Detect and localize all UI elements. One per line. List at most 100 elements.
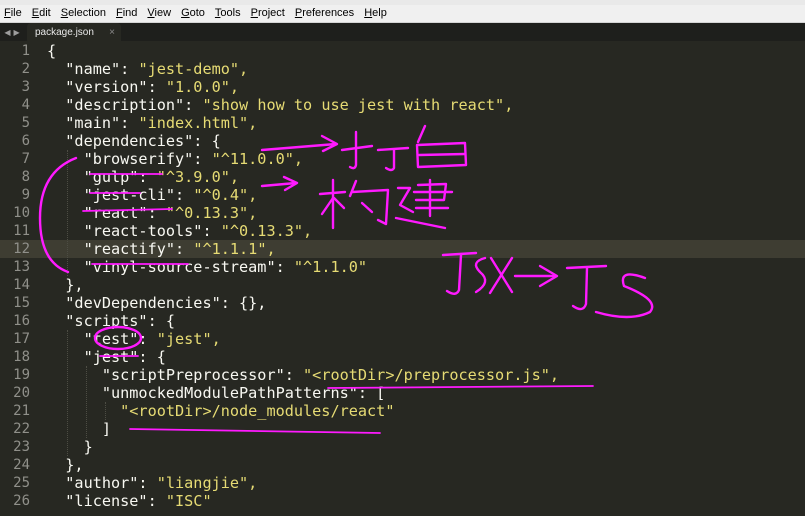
code-line[interactable]: 24 }, xyxy=(0,456,805,474)
line-number: 24 xyxy=(13,457,30,473)
code-line[interactable]: 11 "react-tools": "^0.13.3", xyxy=(0,222,805,240)
editor-area[interactable]: 1{2 "name": "jest-demo", 3 "version": "1.… xyxy=(0,41,805,516)
indent-guide xyxy=(105,402,106,420)
line-text: "main": "index.html", xyxy=(47,114,258,132)
menu-preferences[interactable]: Preferences xyxy=(290,5,359,22)
tab-label: package.json xyxy=(35,26,94,38)
line-text: ] xyxy=(47,420,112,438)
line-number: 13 xyxy=(13,259,30,275)
code-line[interactable]: 20 "unmockedModulePathPatterns": [ xyxy=(0,384,805,402)
line-number: 8 xyxy=(21,169,30,185)
line-number: 12 xyxy=(13,241,30,257)
line-number: 23 xyxy=(13,439,30,455)
line-text: "dependencies": { xyxy=(47,132,221,150)
code-line[interactable]: 4 "description": "show how to use jest w… xyxy=(0,96,805,114)
line-text: }, xyxy=(47,456,84,474)
line-text: "devDependencies": {}, xyxy=(47,294,267,312)
line-text: "react": "^0.13.3", xyxy=(47,204,258,222)
line-number: 21 xyxy=(13,403,30,419)
menu-tools[interactable]: Tools xyxy=(210,5,246,22)
code-line[interactable]: 14 }, xyxy=(0,276,805,294)
line-number: 10 xyxy=(13,205,30,221)
line-text: }, xyxy=(47,276,84,294)
code-line[interactable]: 25 "author": "liangjie", xyxy=(0,474,805,492)
line-text: "description": "show how to use jest wit… xyxy=(47,96,514,114)
code-line[interactable]: 21 "<rootDir>/node_modules/react" xyxy=(0,402,805,420)
tab-nav-arrows[interactable]: ◀ ▶ xyxy=(0,23,24,41)
code-line[interactable]: 26 "license": "ISC" xyxy=(0,492,805,510)
line-text: "scripts": { xyxy=(47,312,176,330)
line-number: 15 xyxy=(13,295,30,311)
code-line[interactable]: 5 "main": "index.html", xyxy=(0,114,805,132)
line-number: 6 xyxy=(21,133,30,149)
menu-edit[interactable]: Edit xyxy=(27,5,56,22)
line-text: "browserify": "^11.0.0", xyxy=(47,150,304,168)
line-number: 9 xyxy=(21,187,30,203)
tab-package-json[interactable]: package.json × xyxy=(27,23,121,41)
line-text: "gulp": "^3.9.0", xyxy=(47,168,240,186)
menu-goto[interactable]: Goto xyxy=(176,5,210,22)
line-text: "jest": { xyxy=(47,348,166,366)
code-line[interactable]: 2 "name": "jest-demo", xyxy=(0,60,805,78)
code-line[interactable]: 12 "reactify": "^1.1.1", xyxy=(0,240,805,258)
code-line[interactable]: 19 "scriptPreprocessor": "<rootDir>/prep… xyxy=(0,366,805,384)
line-number: 18 xyxy=(13,349,30,365)
menu-selection[interactable]: Selection xyxy=(56,5,111,22)
code-line[interactable]: 15 "devDependencies": {}, xyxy=(0,294,805,312)
code-line[interactable]: 23 } xyxy=(0,438,805,456)
menu-bar: File Edit Selection Find View Goto Tools Projec… xyxy=(0,5,805,23)
line-number: 26 xyxy=(13,493,30,509)
code-line[interactable]: 22 ] xyxy=(0,420,805,438)
menu-project[interactable]: Project xyxy=(246,5,290,22)
menu-view[interactable]: View xyxy=(142,5,176,22)
line-text: "reactify": "^1.1.1", xyxy=(47,240,276,258)
line-number: 1 xyxy=(21,43,30,59)
menu-help[interactable]: Help xyxy=(359,5,392,22)
menu-find[interactable]: Find xyxy=(111,5,142,22)
line-number: 4 xyxy=(21,97,30,113)
line-number: 19 xyxy=(13,367,30,383)
code-line[interactable]: 3 "version": "1.0.0", xyxy=(0,78,805,96)
line-text: "version": "1.0.0", xyxy=(47,78,240,96)
line-number: 5 xyxy=(21,115,30,131)
indent-guide xyxy=(67,150,68,276)
line-text: "author": "liangjie", xyxy=(47,474,258,492)
code-line[interactable]: 6 "dependencies": { xyxy=(0,132,805,150)
line-number: 7 xyxy=(21,151,30,167)
code-view[interactable]: 1{2 "name": "jest-demo", 3 "version": "1.… xyxy=(0,41,805,516)
close-icon[interactable]: × xyxy=(109,27,115,38)
line-number: 3 xyxy=(21,79,30,95)
line-number: 17 xyxy=(13,331,30,347)
indent-guide xyxy=(67,330,68,456)
line-text: "name": "jest-demo", xyxy=(47,60,249,78)
code-line[interactable]: 7 "browserify": "^11.0.0", xyxy=(0,150,805,168)
line-number: 11 xyxy=(13,223,30,239)
code-line[interactable]: 13 "vinyl-source-stream": "^1.1.0" xyxy=(0,258,805,276)
line-text: "<rootDir>/node_modules/react" xyxy=(47,402,395,420)
line-number: 16 xyxy=(13,313,30,329)
line-text: "vinyl-source-stream": "^1.1.0" xyxy=(47,258,368,276)
code-line[interactable]: 1{ xyxy=(0,42,805,60)
line-text: "scriptPreprocessor": "<rootDir>/preproc… xyxy=(47,366,560,384)
line-number: 22 xyxy=(13,421,30,437)
line-text: "react-tools": "^0.13.3", xyxy=(47,222,313,240)
line-number: 2 xyxy=(21,61,30,77)
line-text: "license": "ISC" xyxy=(47,492,212,510)
arrow-right-icon[interactable]: ▶ xyxy=(14,28,20,37)
line-text: } xyxy=(47,438,93,456)
code-line[interactable]: 18 "jest": { xyxy=(0,348,805,366)
line-number: 14 xyxy=(13,277,30,293)
line-number: 20 xyxy=(13,385,30,401)
code-line[interactable]: 9 "jest-cli": "^0.4", xyxy=(0,186,805,204)
line-text: "jest-cli": "^0.4", xyxy=(47,186,258,204)
code-line[interactable]: 8 "gulp": "^3.9.0", xyxy=(0,168,805,186)
arrow-left-icon[interactable]: ◀ xyxy=(4,28,10,37)
code-line[interactable]: 17 "test": "jest", xyxy=(0,330,805,348)
code-line[interactable]: 16 "scripts": { xyxy=(0,312,805,330)
menu-file[interactable]: File xyxy=(0,5,27,22)
tab-bar: ◀ ▶ package.json × xyxy=(0,23,805,41)
line-text: "test": "jest", xyxy=(47,330,221,348)
line-text: { xyxy=(47,42,57,60)
line-number: 25 xyxy=(13,475,30,491)
code-line[interactable]: 10 "react": "^0.13.3", xyxy=(0,204,805,222)
